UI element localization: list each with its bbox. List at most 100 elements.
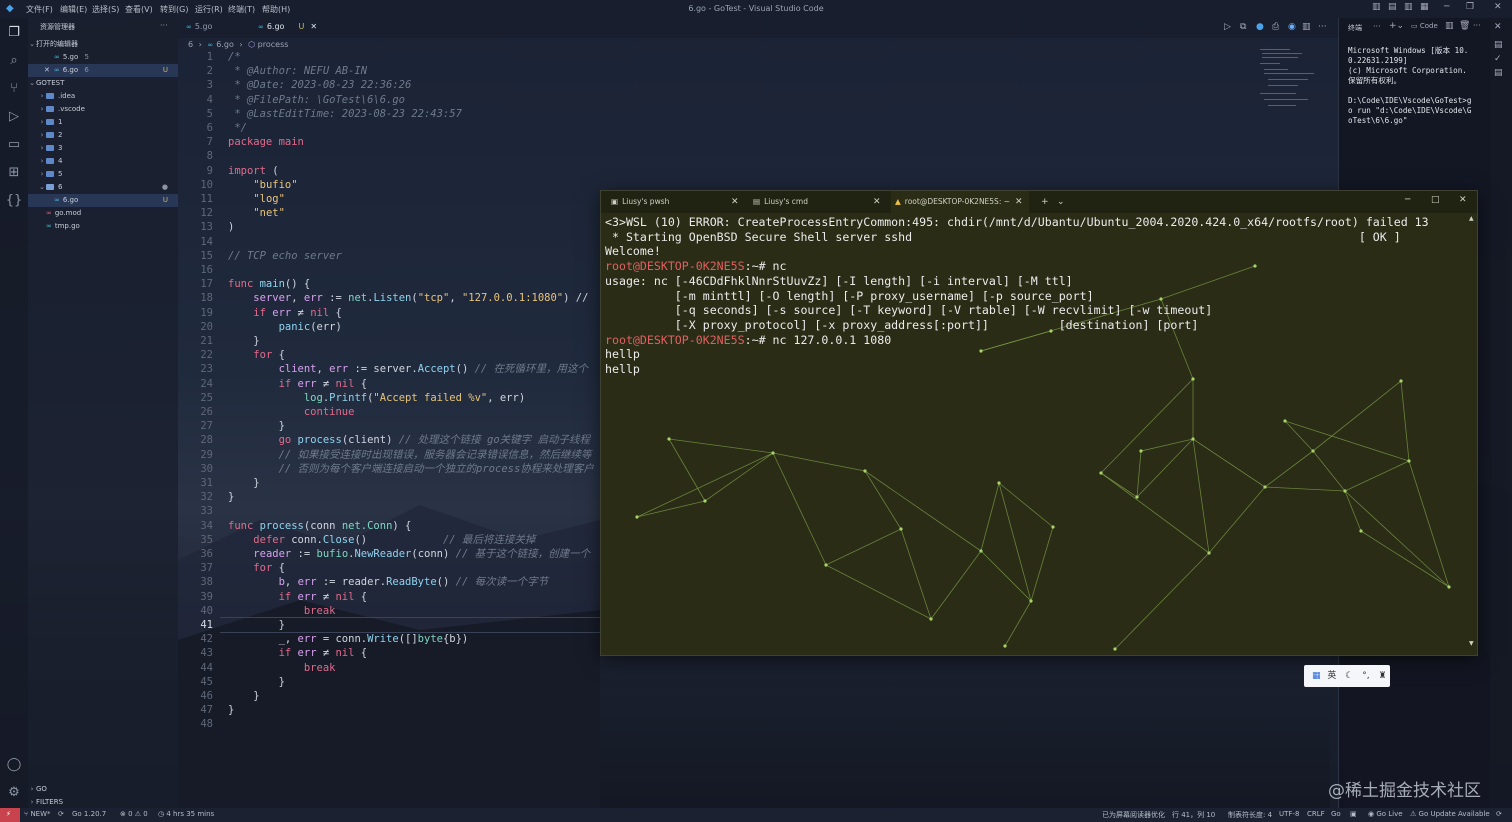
go-version-status[interactable]: Go 1.20.7 [72, 810, 106, 818]
code-line[interactable]: 18 server, err := net.Listen("tcp", "127… [180, 291, 610, 305]
print-icon[interactable]: ⎙ [1272, 22, 1279, 32]
language-status[interactable]: Go [1331, 810, 1341, 818]
punctuation-icon[interactable]: °, [1362, 671, 1369, 681]
tree-file[interactable]: ∞ tmp.go [28, 220, 178, 233]
tree-folder[interactable]: › .idea [28, 90, 178, 103]
go-section[interactable]: › GO [28, 783, 178, 796]
terminal-tab[interactable]: ▤ Liusy's cmd [749, 191, 887, 213]
close-window-icon[interactable]: ✕ [1459, 191, 1467, 209]
extensions-icon[interactable]: ⊞ [5, 164, 23, 182]
scroll-down-icon[interactable]: ▼ [1469, 640, 1474, 647]
code-line[interactable]: 20 panic(err) [180, 320, 610, 334]
compare-icon[interactable]: ⧉ [1240, 22, 1246, 32]
code-line[interactable]: 34 func process(conn net.Conn) { [180, 519, 610, 533]
code-line[interactable]: 13) [180, 220, 610, 234]
explorer-icon[interactable]: ❐ [5, 24, 23, 42]
code-line[interactable]: 44 break [180, 661, 610, 675]
open-editor-item[interactable]: ∞ 5.go 5 [28, 51, 178, 64]
globe-icon[interactable]: ◉ [1288, 22, 1296, 32]
code-line[interactable]: 48 [180, 717, 610, 731]
feedback-icon[interactable]: ▣ [1350, 810, 1357, 818]
code-line[interactable]: 42 _, err = conn.Write([]byte{b}) [180, 632, 610, 646]
code-line[interactable]: 22 for { [180, 348, 610, 362]
project-section[interactable]: ⌄GOTEST [28, 77, 178, 90]
code-line[interactable]: 24 if err ≠ nil { [180, 377, 610, 391]
code-line[interactable]: 39 if err ≠ nil { [180, 590, 610, 604]
notes-icon[interactable]: ▤ [1494, 40, 1503, 50]
code-line[interactable]: 17 func main() { [180, 277, 610, 291]
remote-explorer-icon[interactable]: ▭ [5, 136, 23, 154]
source-control-icon[interactable]: ⑂ [5, 80, 23, 98]
tab-5go[interactable]: ∞ 5.go [186, 22, 212, 31]
code-line[interactable]: 7 package main [180, 135, 610, 149]
tree-file-active[interactable]: ∞ 6.go U [28, 194, 178, 207]
code-line[interactable]: 8 [180, 149, 610, 163]
split-editor-icon[interactable]: ▥ [1302, 22, 1311, 32]
code-line[interactable]: 3 * @Date: 2023-08-23 22:36:26 [180, 78, 610, 92]
code-line[interactable]: 37 for { [180, 561, 610, 575]
close-panel-icon[interactable]: ✕ [1494, 22, 1502, 32]
breadcrumb-item[interactable]: 6 [188, 40, 193, 49]
remote-indicator[interactable]: ⚡ [0, 808, 20, 822]
code-line[interactable]: 33 [180, 504, 610, 518]
layout-panel-icon[interactable]: ▤ [1388, 2, 1397, 12]
code-line[interactable]: 47} [180, 703, 610, 717]
moon-icon[interactable]: ☾ [1345, 671, 1353, 681]
go-live-status[interactable]: ◉ Go Live [1368, 810, 1403, 818]
code-line[interactable]: 26 continue [180, 405, 610, 419]
tree-folder[interactable]: › 2 [28, 129, 178, 142]
terminal-profile-selector[interactable]: ▭ Code [1411, 22, 1438, 30]
open-editors-section[interactable]: ⌄打开的编辑器 [28, 38, 178, 51]
minimize-icon[interactable]: ─ [1444, 2, 1449, 12]
code-line[interactable]: 27 } [180, 419, 610, 433]
go-update-status[interactable]: ⚠ Go Update Available [1410, 810, 1490, 818]
code-line[interactable]: 35 defer conn.Close() // 最后将连接关掉 [180, 533, 610, 547]
code-line[interactable]: 10 "bufio" [180, 178, 610, 192]
windows-grid-icon[interactable]: ▦ [1312, 671, 1321, 681]
code-line[interactable]: 29 // 如果接受连接时出现错误，服务器会记录错误信息，然后继续等 [180, 448, 610, 462]
ime-toolbar[interactable]: ▦ 英 ☾ °, ♜ [1304, 665, 1390, 687]
sync-icon[interactable]: ⟳ [58, 810, 64, 818]
more-actions-icon[interactable]: ··· [160, 21, 168, 30]
code-line[interactable]: 38 b, err := reader.ReadByte() // 每次读一个字… [180, 575, 610, 589]
run-icon[interactable]: ▷ [1224, 22, 1231, 32]
customize-layout-icon[interactable]: ▦ [1420, 2, 1429, 12]
code-line[interactable]: 40 break [180, 604, 610, 618]
terminal-scrollbar[interactable]: ▲ ▼ [1469, 215, 1475, 647]
check-icon[interactable]: ✓ [1494, 54, 1502, 64]
maximize-icon[interactable]: □ [1431, 191, 1440, 209]
layout-secondary-icon[interactable]: ▥ [1404, 2, 1413, 12]
code-line[interactable]: 1 /* [180, 50, 610, 64]
tree-file[interactable]: ∞ go.mod [28, 207, 178, 220]
new-terminal-icon[interactable]: +⌄ [1389, 21, 1404, 31]
code-line[interactable]: 14 [180, 235, 610, 249]
code-line[interactable]: 32} [180, 490, 610, 504]
tree-folder[interactable]: › 4 [28, 155, 178, 168]
cursor-position-status[interactable]: 行 41，列 10 [1172, 810, 1215, 820]
terminal-tab[interactable]: ▣ Liusy's pwsh [607, 191, 745, 213]
code-line[interactable]: 2 * @Author: NEFU AB-IN [180, 64, 610, 78]
close-window-icon[interactable]: ✕ [1494, 2, 1502, 12]
notifications-icon[interactable]: ⟳ [1496, 810, 1502, 818]
code-line[interactable]: 28 go process(client) // 处理这个链接 go关键字 启动… [180, 433, 610, 447]
split-terminal-icon[interactable]: ▥ [1445, 21, 1454, 31]
code-line[interactable]: 41 } [180, 618, 610, 632]
code-line[interactable]: 19 if err ≠ nil { [180, 306, 610, 320]
breadcrumb-item[interactable]: 6.go [216, 40, 234, 49]
close-tab-icon[interactable]: ✕ [310, 22, 317, 31]
code-line[interactable]: 5 * @LastEditTime: 2023-08-23 22:43:57 [180, 107, 610, 121]
breadcrumb-item[interactable]: process [258, 40, 289, 49]
tree-folder[interactable]: › 5 [28, 168, 178, 181]
scroll-up-icon[interactable]: ▲ [1469, 215, 1474, 222]
live-share-icon[interactable]: ● [1256, 22, 1264, 32]
more-actions-icon[interactable]: ··· [1318, 22, 1327, 32]
code-line[interactable]: 46 } [180, 689, 610, 703]
tab-6go[interactable]: ∞ 6.go U ✕ [258, 22, 317, 31]
close-tab-icon[interactable]: ✕ [731, 191, 739, 213]
tree-folder-open[interactable]: ⌄ 6 ● [28, 181, 178, 194]
more-actions-icon[interactable]: ··· [1373, 22, 1381, 31]
ime-language-label[interactable]: 英 [1327, 671, 1336, 681]
open-editor-item-active[interactable]: ✕ ∞ 6.go 6 U [28, 64, 178, 77]
settings-gear-icon[interactable]: ⚙ [5, 784, 23, 802]
chevron-down-icon[interactable]: ⌄ [1057, 191, 1065, 213]
